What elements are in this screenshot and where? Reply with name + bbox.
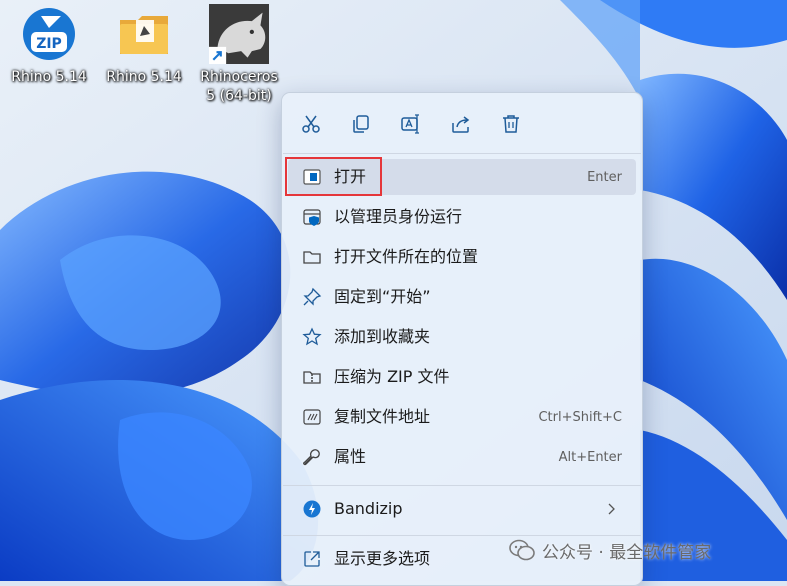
desktop-icon-label: Rhino 5.14 (11, 69, 87, 85)
menu-item-shortcut: Ctrl+Shift+C (538, 410, 622, 425)
separator (283, 153, 641, 154)
pin-icon (302, 287, 322, 307)
menu-item-pin-to-start[interactable]: 固定到“开始” (288, 279, 636, 315)
share-button[interactable] (444, 107, 478, 141)
menu-item-copy-path[interactable]: 复制文件地址 Ctrl+Shift+C (288, 399, 636, 435)
menu-item-label: 复制文件地址 (334, 407, 431, 426)
menu-item-shortcut: Enter (587, 170, 622, 185)
menu-item-open-file-location[interactable]: 打开文件所在的位置 (288, 239, 636, 275)
desktop-icon-label-line1: Rhinoceros (200, 69, 278, 85)
properties-icon (302, 447, 322, 467)
watermark: 公众号 · 最全软件管家 (508, 536, 711, 564)
menu-item-add-to-favorites[interactable]: 添加到收藏夹 (288, 319, 636, 355)
copy-icon (353, 115, 369, 133)
desktop-icon-label: Rhino 5.14 (106, 69, 182, 85)
menu-item-properties[interactable]: 属性 Alt+Enter (288, 439, 636, 475)
more-options-icon (302, 549, 322, 569)
wechat-icon (509, 539, 535, 561)
chevron-right-icon (608, 503, 615, 515)
menu-item-label: Bandizip (334, 499, 403, 518)
cut-button[interactable] (294, 107, 328, 141)
run-as-admin-icon (302, 207, 322, 227)
menu-item-label: 添加到收藏夹 (334, 327, 431, 346)
share-icon (452, 116, 470, 133)
desktop-icon-rhinoceros-shortcut[interactable]: Rhinoceros 5 (64-bit) (198, 4, 280, 108)
svg-text:ZIP: ZIP (36, 36, 62, 52)
copy-path-icon (302, 407, 322, 427)
star-icon (302, 327, 322, 347)
zip-icon (302, 367, 322, 387)
menu-item-label: 显示更多选项 (334, 549, 431, 568)
delete-icon (503, 115, 519, 133)
menu-item-label: 属性 (334, 447, 367, 466)
menu-item-label: 压缩为 ZIP 文件 (334, 367, 450, 386)
watermark-text: 公众号 · 最全软件管家 (542, 542, 712, 563)
desktop-icon-rhino-folder[interactable]: Rhino 5.14 (103, 4, 185, 108)
menu-item-compress-zip[interactable]: 压缩为 ZIP 文件 (288, 359, 636, 395)
folder-icon (120, 16, 168, 54)
rename-icon (401, 114, 419, 134)
menu-item-label: 固定到“开始” (334, 287, 431, 306)
desktop-icon-label-line2: 5 (64-bit) (206, 88, 272, 104)
desktop-icon-label: Rhinoceros 5 (64-bit) (198, 68, 280, 106)
zip-archive-icon: ZIP (23, 8, 75, 60)
desktop-icon-rhino-zip[interactable]: ZIP Rhino 5.14 (8, 4, 90, 108)
folder-icon (302, 247, 322, 267)
menu-item-shortcut: Alt+Enter (558, 450, 622, 465)
bandizip-icon (302, 499, 322, 519)
rename-button[interactable] (394, 107, 428, 141)
menu-item-label: 以管理员身份运行 (334, 207, 463, 226)
highlight-box (285, 157, 382, 196)
separator (283, 485, 641, 486)
copy-button[interactable] (344, 107, 378, 141)
rhino-shortcut-icon (209, 4, 269, 64)
cut-icon (302, 115, 320, 133)
delete-button[interactable] (494, 107, 528, 141)
menu-item-run-as-admin[interactable]: 以管理员身份运行 (288, 199, 636, 235)
menu-item-bandizip[interactable]: Bandizip (288, 491, 636, 527)
menu-item-label: 打开文件所在的位置 (334, 247, 479, 266)
